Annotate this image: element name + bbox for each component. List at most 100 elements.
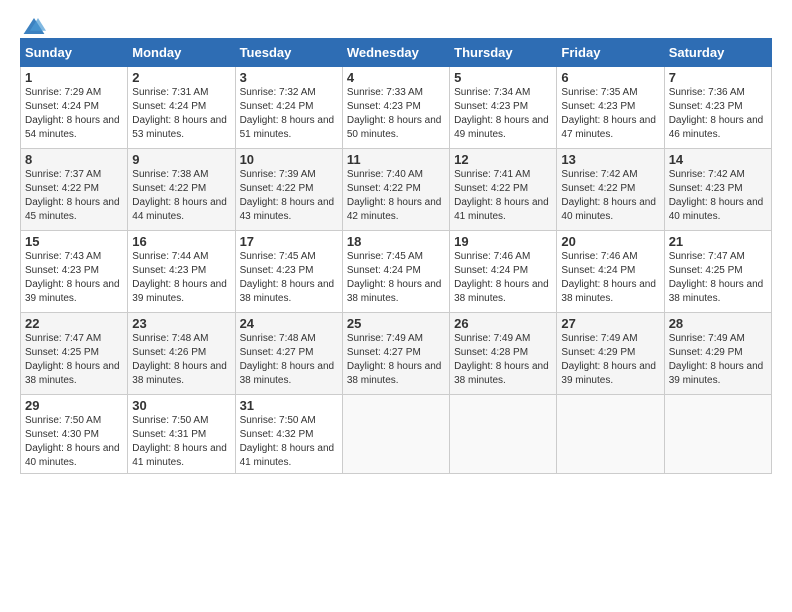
calendar-cell: 30 Sunrise: 7:50 AM Sunset: 4:31 PM Dayl…: [128, 395, 235, 474]
day-number: 6: [561, 70, 659, 85]
day-number: 17: [240, 234, 338, 249]
day-number: 5: [454, 70, 552, 85]
day-number: 22: [25, 316, 123, 331]
calendar-cell: 29 Sunrise: 7:50 AM Sunset: 4:30 PM Dayl…: [21, 395, 128, 474]
day-info: Sunrise: 7:46 AM Sunset: 4:24 PM Dayligh…: [561, 250, 659, 306]
header: [20, 16, 772, 30]
day-info: Sunrise: 7:49 AM Sunset: 4:28 PM Dayligh…: [454, 332, 552, 388]
day-info: Sunrise: 7:37 AM Sunset: 4:22 PM Dayligh…: [25, 168, 123, 224]
calendar-cell: 25 Sunrise: 7:49 AM Sunset: 4:27 PM Dayl…: [342, 313, 449, 395]
day-number: 27: [561, 316, 659, 331]
calendar-cell: 10 Sunrise: 7:39 AM Sunset: 4:22 PM Dayl…: [235, 149, 342, 231]
day-number: 23: [132, 316, 230, 331]
calendar-cell: 1 Sunrise: 7:29 AM Sunset: 4:24 PM Dayli…: [21, 67, 128, 149]
day-number: 24: [240, 316, 338, 331]
calendar-cell: 22 Sunrise: 7:47 AM Sunset: 4:25 PM Dayl…: [21, 313, 128, 395]
calendar-cell: 24 Sunrise: 7:48 AM Sunset: 4:27 PM Dayl…: [235, 313, 342, 395]
day-info: Sunrise: 7:45 AM Sunset: 4:23 PM Dayligh…: [240, 250, 338, 306]
calendar-cell: 3 Sunrise: 7:32 AM Sunset: 4:24 PM Dayli…: [235, 67, 342, 149]
day-number: 7: [669, 70, 767, 85]
day-info: Sunrise: 7:44 AM Sunset: 4:23 PM Dayligh…: [132, 250, 230, 306]
calendar-cell: [664, 395, 771, 474]
day-info: Sunrise: 7:49 AM Sunset: 4:27 PM Dayligh…: [347, 332, 445, 388]
day-number: 4: [347, 70, 445, 85]
calendar-week-row: 1 Sunrise: 7:29 AM Sunset: 4:24 PM Dayli…: [21, 67, 772, 149]
calendar-cell: [342, 395, 449, 474]
day-info: Sunrise: 7:46 AM Sunset: 4:24 PM Dayligh…: [454, 250, 552, 306]
calendar-cell: [450, 395, 557, 474]
day-info: Sunrise: 7:42 AM Sunset: 4:22 PM Dayligh…: [561, 168, 659, 224]
day-info: Sunrise: 7:31 AM Sunset: 4:24 PM Dayligh…: [132, 86, 230, 142]
day-number: 2: [132, 70, 230, 85]
calendar-week-row: 15 Sunrise: 7:43 AM Sunset: 4:23 PM Dayl…: [21, 231, 772, 313]
calendar-week-row: 8 Sunrise: 7:37 AM Sunset: 4:22 PM Dayli…: [21, 149, 772, 231]
day-info: Sunrise: 7:47 AM Sunset: 4:25 PM Dayligh…: [25, 332, 123, 388]
calendar-week-row: 29 Sunrise: 7:50 AM Sunset: 4:30 PM Dayl…: [21, 395, 772, 474]
day-info: Sunrise: 7:49 AM Sunset: 4:29 PM Dayligh…: [561, 332, 659, 388]
calendar-cell: 2 Sunrise: 7:31 AM Sunset: 4:24 PM Dayli…: [128, 67, 235, 149]
day-number: 26: [454, 316, 552, 331]
calendar-week-row: 22 Sunrise: 7:47 AM Sunset: 4:25 PM Dayl…: [21, 313, 772, 395]
calendar-day-header: Tuesday: [235, 39, 342, 67]
calendar-cell: 14 Sunrise: 7:42 AM Sunset: 4:23 PM Dayl…: [664, 149, 771, 231]
day-info: Sunrise: 7:32 AM Sunset: 4:24 PM Dayligh…: [240, 86, 338, 142]
day-info: Sunrise: 7:48 AM Sunset: 4:27 PM Dayligh…: [240, 332, 338, 388]
day-info: Sunrise: 7:45 AM Sunset: 4:24 PM Dayligh…: [347, 250, 445, 306]
calendar-cell: 19 Sunrise: 7:46 AM Sunset: 4:24 PM Dayl…: [450, 231, 557, 313]
day-number: 14: [669, 152, 767, 167]
day-number: 9: [132, 152, 230, 167]
calendar-cell: 27 Sunrise: 7:49 AM Sunset: 4:29 PM Dayl…: [557, 313, 664, 395]
calendar-cell: 16 Sunrise: 7:44 AM Sunset: 4:23 PM Dayl…: [128, 231, 235, 313]
calendar-cell: 6 Sunrise: 7:35 AM Sunset: 4:23 PM Dayli…: [557, 67, 664, 149]
day-number: 1: [25, 70, 123, 85]
calendar-cell: 8 Sunrise: 7:37 AM Sunset: 4:22 PM Dayli…: [21, 149, 128, 231]
day-number: 31: [240, 398, 338, 413]
calendar-cell: 17 Sunrise: 7:45 AM Sunset: 4:23 PM Dayl…: [235, 231, 342, 313]
day-number: 19: [454, 234, 552, 249]
day-info: Sunrise: 7:36 AM Sunset: 4:23 PM Dayligh…: [669, 86, 767, 142]
calendar-cell: 13 Sunrise: 7:42 AM Sunset: 4:22 PM Dayl…: [557, 149, 664, 231]
calendar-cell: 18 Sunrise: 7:45 AM Sunset: 4:24 PM Dayl…: [342, 231, 449, 313]
day-info: Sunrise: 7:29 AM Sunset: 4:24 PM Dayligh…: [25, 86, 123, 142]
day-number: 11: [347, 152, 445, 167]
day-info: Sunrise: 7:38 AM Sunset: 4:22 PM Dayligh…: [132, 168, 230, 224]
calendar-day-header: Saturday: [664, 39, 771, 67]
calendar-cell: 11 Sunrise: 7:40 AM Sunset: 4:22 PM Dayl…: [342, 149, 449, 231]
calendar-cell: [557, 395, 664, 474]
calendar-header-row: SundayMondayTuesdayWednesdayThursdayFrid…: [21, 39, 772, 67]
day-info: Sunrise: 7:50 AM Sunset: 4:32 PM Dayligh…: [240, 414, 338, 470]
day-number: 21: [669, 234, 767, 249]
day-info: Sunrise: 7:39 AM Sunset: 4:22 PM Dayligh…: [240, 168, 338, 224]
day-number: 18: [347, 234, 445, 249]
calendar-cell: 21 Sunrise: 7:47 AM Sunset: 4:25 PM Dayl…: [664, 231, 771, 313]
day-number: 16: [132, 234, 230, 249]
day-info: Sunrise: 7:50 AM Sunset: 4:30 PM Dayligh…: [25, 414, 123, 470]
calendar-cell: 15 Sunrise: 7:43 AM Sunset: 4:23 PM Dayl…: [21, 231, 128, 313]
day-number: 3: [240, 70, 338, 85]
day-number: 13: [561, 152, 659, 167]
day-number: 15: [25, 234, 123, 249]
calendar-day-header: Wednesday: [342, 39, 449, 67]
day-info: Sunrise: 7:50 AM Sunset: 4:31 PM Dayligh…: [132, 414, 230, 470]
calendar-day-header: Thursday: [450, 39, 557, 67]
day-info: Sunrise: 7:42 AM Sunset: 4:23 PM Dayligh…: [669, 168, 767, 224]
day-number: 28: [669, 316, 767, 331]
calendar-cell: 4 Sunrise: 7:33 AM Sunset: 4:23 PM Dayli…: [342, 67, 449, 149]
day-info: Sunrise: 7:34 AM Sunset: 4:23 PM Dayligh…: [454, 86, 552, 142]
calendar-cell: 5 Sunrise: 7:34 AM Sunset: 4:23 PM Dayli…: [450, 67, 557, 149]
day-info: Sunrise: 7:35 AM Sunset: 4:23 PM Dayligh…: [561, 86, 659, 142]
page-container: SundayMondayTuesdayWednesdayThursdayFrid…: [0, 0, 792, 484]
day-number: 29: [25, 398, 123, 413]
day-info: Sunrise: 7:49 AM Sunset: 4:29 PM Dayligh…: [669, 332, 767, 388]
logo-icon: [22, 16, 46, 36]
calendar-day-header: Sunday: [21, 39, 128, 67]
calendar-cell: 23 Sunrise: 7:48 AM Sunset: 4:26 PM Dayl…: [128, 313, 235, 395]
calendar-table: SundayMondayTuesdayWednesdayThursdayFrid…: [20, 38, 772, 474]
calendar-day-header: Monday: [128, 39, 235, 67]
day-number: 10: [240, 152, 338, 167]
day-info: Sunrise: 7:48 AM Sunset: 4:26 PM Dayligh…: [132, 332, 230, 388]
calendar-cell: 26 Sunrise: 7:49 AM Sunset: 4:28 PM Dayl…: [450, 313, 557, 395]
day-info: Sunrise: 7:33 AM Sunset: 4:23 PM Dayligh…: [347, 86, 445, 142]
calendar-day-header: Friday: [557, 39, 664, 67]
calendar-cell: 31 Sunrise: 7:50 AM Sunset: 4:32 PM Dayl…: [235, 395, 342, 474]
